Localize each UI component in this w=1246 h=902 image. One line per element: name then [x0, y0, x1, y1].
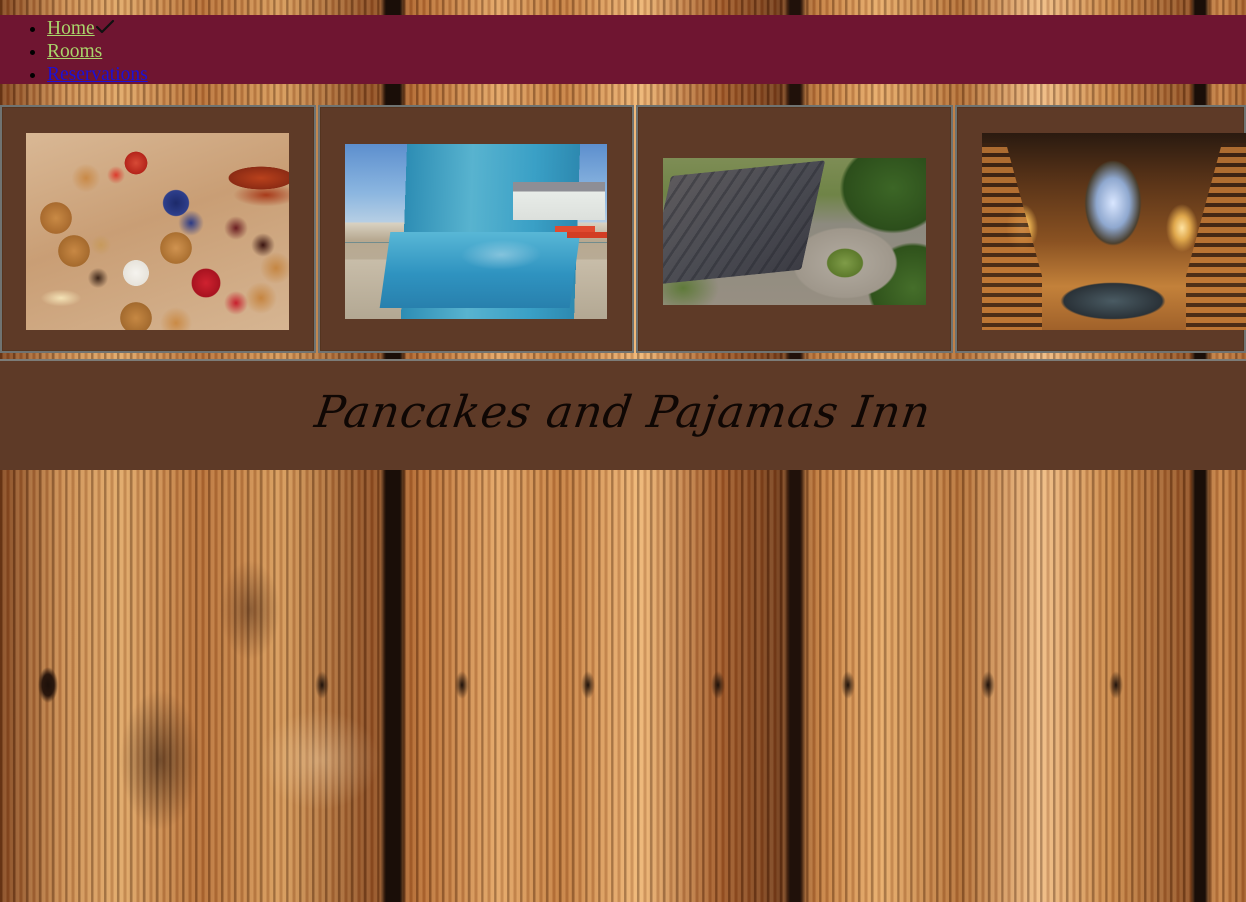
checkmark-icon [95, 18, 115, 41]
photo-gallery [0, 105, 1246, 357]
staircase-left-shape [982, 143, 1042, 330]
pool-water-shape [379, 232, 581, 308]
nav-item-rooms: Rooms [47, 40, 148, 63]
title-banner: Pancakes and Pajamas Inn [0, 359, 1246, 470]
staircase-right-shape [1186, 143, 1246, 330]
photo-aerial-inn [663, 158, 926, 305]
pool-chairs-shape [555, 226, 595, 232]
photo-swimming-pool [345, 144, 607, 319]
gallery-cell-pool [318, 105, 634, 353]
main-nav: Home Rooms Reservations [0, 15, 1246, 86]
gallery-cell-breakfast [0, 105, 316, 353]
site-title: Pancakes and Pajamas Inn [311, 387, 935, 438]
inn-roof-shape [663, 160, 826, 286]
nav-link-reservations[interactable]: Reservations [47, 64, 148, 85]
gallery-cell-aerial [636, 105, 953, 353]
gallery-cell-hall [955, 105, 1246, 353]
nav-item-reservations: Reservations [47, 63, 148, 86]
nav-link-rooms[interactable]: Rooms [47, 41, 102, 62]
photo-pancake-breakfast [26, 133, 289, 330]
photo-staircase-hall [982, 133, 1246, 330]
nav-list: Home Rooms Reservations [0, 17, 148, 86]
nav-item-home: Home [47, 17, 148, 40]
pool-house-shape [513, 182, 605, 220]
nav-link-home[interactable]: Home [47, 18, 95, 39]
